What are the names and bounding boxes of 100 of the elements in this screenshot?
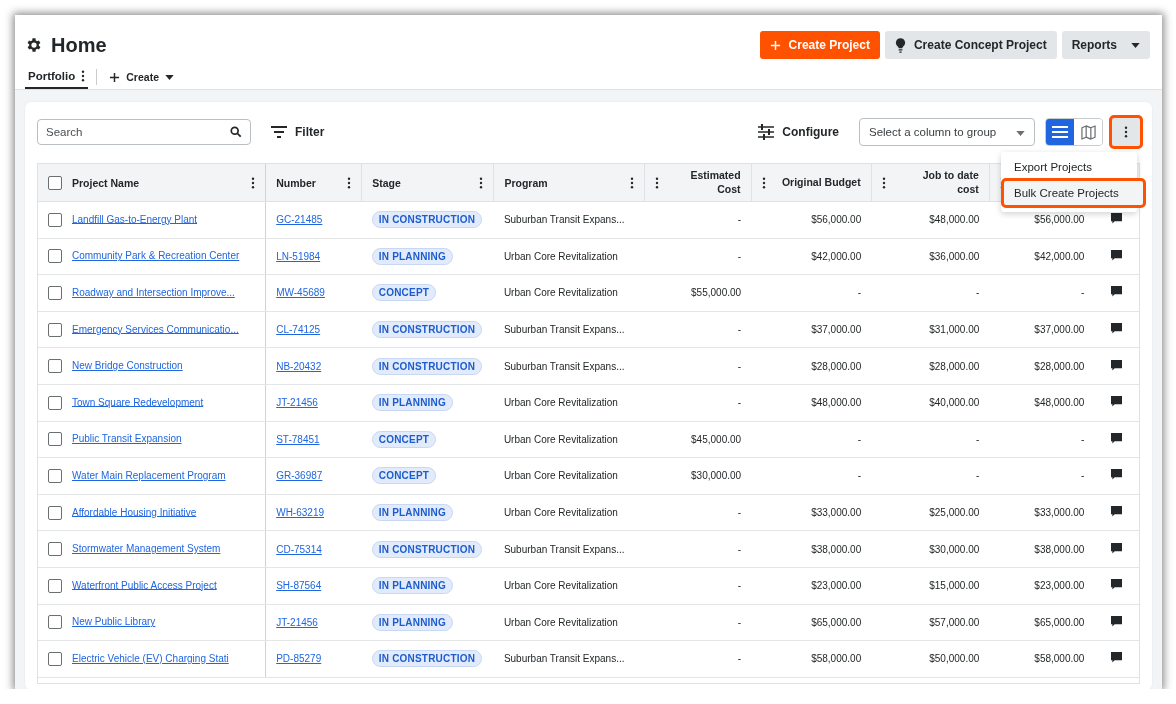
search-field[interactable]: Search xyxy=(37,119,251,145)
table-cell: $36,000.00 xyxy=(929,250,980,262)
checkbox[interactable] xyxy=(48,542,62,557)
filter-button[interactable]: Filter xyxy=(265,125,331,139)
project-link[interactable]: Affordable Housing Initiative xyxy=(72,506,197,518)
table-cell: $23,000.00 xyxy=(811,580,862,592)
project-link[interactable]: Landfill Gas-to-Energy Plant xyxy=(72,213,198,225)
table-cell: - xyxy=(1081,433,1085,445)
project-number-link[interactable]: NB-20432 xyxy=(276,360,322,372)
comment-icon[interactable] xyxy=(1111,396,1123,408)
kebab-menu-icon[interactable] xyxy=(347,176,352,189)
checkbox[interactable] xyxy=(48,175,62,190)
kebab-menu-icon[interactable] xyxy=(881,176,886,189)
table-cell: - xyxy=(737,397,742,409)
table-cell: $37,000.00 xyxy=(1034,324,1085,336)
project-link[interactable]: New Public Library xyxy=(72,615,156,627)
project-number-link[interactable]: PD-85279 xyxy=(276,653,322,665)
checkbox[interactable] xyxy=(48,249,62,264)
project-number-link[interactable]: SH-87564 xyxy=(276,580,322,592)
checkbox[interactable] xyxy=(48,651,62,666)
project-link[interactable]: Public Transit Expansion xyxy=(72,433,182,444)
checkbox[interactable] xyxy=(48,359,62,374)
project-link[interactable]: Water Main Replacement Program xyxy=(72,469,226,481)
project-number-link[interactable]: CD-75314 xyxy=(276,543,322,555)
project-number-link[interactable]: JT-21456 xyxy=(276,397,318,409)
project-link[interactable]: Emergency Services Communicatio... xyxy=(72,323,239,335)
list-view-button[interactable] xyxy=(1046,119,1074,145)
column-header: Estimated Cost xyxy=(689,169,741,196)
column-header: Project Name xyxy=(72,176,140,189)
table-cell: - xyxy=(857,287,862,299)
checkbox[interactable] xyxy=(48,212,62,227)
checkbox[interactable] xyxy=(48,322,62,337)
project-number-link[interactable]: GR-36987 xyxy=(276,470,323,482)
kebab-menu-icon[interactable] xyxy=(479,176,484,189)
comment-icon[interactable] xyxy=(1111,469,1123,481)
checkbox[interactable] xyxy=(48,578,62,593)
table-cell: Urban Core Revitalization xyxy=(503,470,618,482)
table-cell: - xyxy=(737,250,742,262)
configure-button[interactable]: Configure xyxy=(752,124,845,140)
project-link[interactable]: Town Square Redevelopment xyxy=(72,396,204,408)
project-link[interactable]: Stormwater Management System xyxy=(72,542,221,554)
kebab-menu-icon[interactable] xyxy=(251,176,256,189)
list-icon xyxy=(1052,126,1068,138)
comment-icon[interactable] xyxy=(1111,506,1123,518)
checkbox[interactable] xyxy=(48,468,62,483)
comment-icon[interactable] xyxy=(1111,213,1123,225)
column-header: Stage xyxy=(372,176,401,189)
project-link[interactable]: Community Park & Recreation Center xyxy=(72,250,240,262)
project-link[interactable]: Roadway and Intersection Improve... xyxy=(72,286,235,298)
project-number-link[interactable]: ST-78451 xyxy=(276,433,320,445)
more-button[interactable] xyxy=(1109,115,1143,149)
comment-icon[interactable] xyxy=(1111,432,1123,444)
table-cell: - xyxy=(737,616,742,628)
kebab-menu-icon[interactable] xyxy=(81,70,86,82)
comment-icon[interactable] xyxy=(1111,359,1123,371)
project-number-link[interactable]: GC-21485 xyxy=(276,214,323,226)
comment-icon[interactable] xyxy=(1111,249,1123,261)
project-number-link[interactable]: JT-21456 xyxy=(276,616,318,628)
concept-project-button[interactable]: Create Concept Project xyxy=(884,31,1057,59)
project-link[interactable]: Electric Vehicle (EV) Charging Stati xyxy=(72,652,229,664)
reports-dropdown[interactable]: Reports xyxy=(1061,31,1150,59)
table-cell: $38,000.00 xyxy=(1034,543,1085,555)
create-dropdown[interactable]: Create xyxy=(105,66,178,88)
menu-item[interactable]: Export Projects xyxy=(1001,156,1137,178)
group-select[interactable]: Select a column to group xyxy=(859,118,1035,146)
kebab-menu-icon[interactable] xyxy=(654,176,659,189)
project-link[interactable]: Waterfront Public Access Project xyxy=(72,579,217,591)
menu-item[interactable]: Bulk Create Projects xyxy=(1001,178,1146,208)
table-cell: - xyxy=(975,470,980,482)
comment-icon[interactable] xyxy=(1111,286,1123,298)
create-project-button[interactable]: Create Project xyxy=(759,31,880,59)
project-number-link[interactable]: MW-45689 xyxy=(276,287,325,299)
project-number-link[interactable]: CL-74125 xyxy=(276,324,321,336)
table-cell: $30,000.00 xyxy=(929,543,980,555)
comment-icon[interactable] xyxy=(1111,652,1123,664)
kebab-menu-icon xyxy=(1124,126,1128,138)
checkbox[interactable] xyxy=(48,615,62,630)
checkbox[interactable] xyxy=(48,432,62,447)
project-number-link[interactable]: WH-63219 xyxy=(276,507,324,519)
comment-icon[interactable] xyxy=(1111,542,1123,554)
tab[interactable]: Portfolio xyxy=(25,65,89,89)
table-cell: $28,000.00 xyxy=(811,360,862,372)
stage-tag: IN CONSTRUCTION xyxy=(371,357,483,375)
table-cell: $42,000.00 xyxy=(1034,250,1085,262)
comment-icon[interactable] xyxy=(1111,323,1123,335)
table-cell: $58,000.00 xyxy=(811,653,862,665)
project-number-link[interactable]: LN-51984 xyxy=(276,250,321,262)
stage-tag: IN PLANNING xyxy=(371,613,453,631)
checkbox[interactable] xyxy=(48,286,62,300)
kebab-menu-icon[interactable] xyxy=(629,176,634,189)
kebab-menu-icon[interactable] xyxy=(761,176,766,189)
comment-icon[interactable] xyxy=(1111,579,1123,591)
table-cell: $38,000.00 xyxy=(811,543,862,555)
project-link[interactable]: New Bridge Construction xyxy=(72,359,183,371)
comment-icon[interactable] xyxy=(1111,615,1123,627)
map-icon xyxy=(1080,124,1096,140)
checkbox[interactable] xyxy=(48,395,62,410)
checkbox[interactable] xyxy=(48,505,62,520)
column-header: Number xyxy=(276,176,316,189)
table-cell: Suburban Transit Expans... xyxy=(503,214,625,226)
